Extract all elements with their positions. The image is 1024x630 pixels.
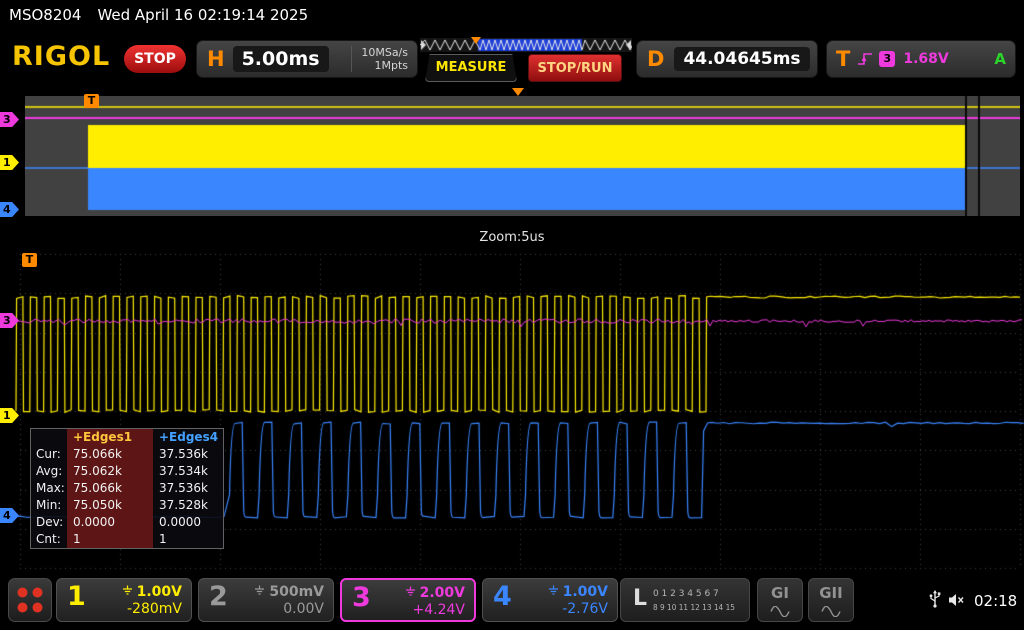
- trigger-label: T: [836, 47, 850, 71]
- date-time: Wed April 16 02:19:14 2025: [97, 6, 308, 24]
- channel-2-offset: 0.00V: [254, 601, 324, 618]
- stat-label: Dev:: [31, 514, 67, 531]
- overview-waveform-canvas[interactable]: [25, 96, 1020, 216]
- zoom-waveform-area: T 3 1 4 +Edges1 +Edges4 Cur: 75.066k 37.…: [0, 250, 1024, 572]
- ground-coupling-icon: [122, 583, 133, 601]
- stats-row-avg: Avg: 75.062k 37.534k: [31, 463, 223, 480]
- logic-analyzer-box[interactable]: L 0 1 2 3 4 5 6 7 8 9 10 11 12 13 14 15: [620, 578, 750, 622]
- generator-2-button[interactable]: GII: [808, 578, 854, 622]
- speaker-muted-icon: [948, 592, 965, 611]
- channel-4-offset: -2.76V: [548, 601, 608, 618]
- channel-1-box[interactable]: 1 1.00V -280mV: [56, 578, 192, 622]
- logic-label: L: [633, 586, 647, 611]
- channel-3-box[interactable]: 3 2.00V +4.24V: [340, 578, 476, 622]
- trigger-menu-button[interactable]: T 3 1.68V A: [826, 40, 1016, 78]
- stats-row-dev: Dev: 0.0000 0.0000: [31, 514, 223, 531]
- model-name: MSO8204: [9, 6, 81, 24]
- channel-4-scale: 1.00V: [563, 583, 608, 601]
- trigger-marker-tab-overview[interactable]: T: [84, 94, 99, 108]
- zoom-window-label: Zoom:5us: [0, 230, 1024, 250]
- sample-rate: 10MSa/s: [361, 46, 408, 59]
- channel-3-number: 3: [352, 582, 371, 613]
- delay-label: D: [647, 47, 664, 71]
- generator-1-button[interactable]: GI: [757, 578, 803, 622]
- system-clock: 02:18: [974, 592, 1017, 610]
- stop-run-button[interactable]: STOP/RUN: [528, 54, 622, 82]
- stat-value: 0.0000: [153, 514, 223, 531]
- channel-3-offset: +4.24V: [405, 602, 465, 619]
- stats-col1-header: +Edges1: [67, 429, 153, 446]
- memory-depth: 1Mpts: [374, 59, 408, 72]
- measurement-stats-panel[interactable]: +Edges1 +Edges4 Cur: 75.066k 37.536k Avg…: [30, 428, 224, 549]
- stat-value: 37.528k: [153, 497, 223, 514]
- delay-menu-button[interactable]: D 44.04645ms: [636, 40, 818, 78]
- channel-1-position-tab-overview[interactable]: 1: [0, 155, 19, 170]
- trigger-marker-tab-zoom[interactable]: T: [22, 253, 37, 267]
- channel-4-position-tab-overview[interactable]: 4: [0, 202, 19, 217]
- sine-wave-icon: [770, 602, 790, 621]
- stat-value: 1: [153, 531, 223, 548]
- channel-1-number: 1: [67, 581, 86, 612]
- trigger-position-marker-overview: [512, 88, 524, 96]
- stats-row-cnt: Cnt: 1 1: [31, 531, 223, 548]
- stat-label: Min:: [31, 497, 67, 514]
- measure-button[interactable]: MEASURE: [425, 54, 517, 82]
- bottom-status-bar: 1 1.00V -280mV 2 500mV 0.00V 3: [0, 572, 1024, 630]
- channel-4-box[interactable]: 4 1.00V -2.76V: [482, 578, 618, 622]
- channel-2-box[interactable]: 2 500mV 0.00V: [198, 578, 334, 622]
- trigger-level-value: 1.68V: [903, 51, 948, 67]
- stats-row-max: Max: 75.066k 37.536k: [31, 480, 223, 497]
- channel-3-position-tab-overview[interactable]: 3: [0, 112, 19, 127]
- stat-label: Avg:: [31, 463, 67, 480]
- trigger-source-badge: 3: [879, 51, 895, 67]
- stat-value: 37.534k: [153, 463, 223, 480]
- trigger-sweep-mode: A: [994, 50, 1006, 68]
- stats-col2-header: +Edges4: [153, 429, 223, 446]
- stat-value: 75.066k: [67, 480, 153, 497]
- stat-value: 75.050k: [67, 497, 153, 514]
- stat-label: Cnt:: [31, 531, 67, 548]
- stats-row-min: Min: 75.050k 37.528k: [31, 497, 223, 514]
- timebase-value: 5.00ms: [233, 46, 329, 72]
- rigol-logo: RIGOL: [12, 41, 110, 72]
- delay-value: 44.04645ms: [674, 47, 809, 71]
- horizontal-label: H: [207, 47, 225, 71]
- stat-value: 0.0000: [67, 514, 153, 531]
- sine-wave-icon: [821, 602, 841, 621]
- stat-value: 75.062k: [67, 463, 153, 480]
- usb-icon: [928, 589, 942, 612]
- channel-3-scale: 2.00V: [420, 584, 465, 602]
- digital-channel-numbers: 0 1 2 3 4 5 6 7 8 9 10 11 12 13 14 15: [653, 588, 742, 614]
- oscilloscope-screen: MSO8204 Wed April 16 02:19:14 2025 RIGOL …: [0, 0, 1024, 630]
- memory-position-bar: [420, 38, 632, 52]
- channel-2-number: 2: [209, 581, 228, 612]
- channel-1-scale: 1.00V: [137, 583, 182, 601]
- title-bar: MSO8204 Wed April 16 02:19:14 2025: [0, 0, 1024, 30]
- run-state-badge: STOP: [124, 45, 186, 73]
- trigger-slope-icon: [857, 49, 873, 69]
- channel-1-offset: -280mV: [122, 601, 182, 618]
- header-bar: RIGOL STOP H 5.00ms 10MSa/s 1Mpts MEASUR…: [0, 30, 1024, 88]
- ground-coupling-icon: [254, 583, 265, 601]
- stats-header-row: +Edges1 +Edges4: [31, 429, 223, 446]
- channel-4-number: 4: [493, 581, 512, 612]
- waveform-overview: T 3 1 4: [0, 88, 1024, 232]
- stat-value: 1: [67, 531, 153, 548]
- stats-row-cur: Cur: 75.066k 37.536k: [31, 446, 223, 463]
- stat-value: 37.536k: [153, 446, 223, 463]
- trigger-position-marker-memory: [471, 37, 481, 44]
- acquisition-info: 10MSa/s 1Mpts: [351, 46, 408, 72]
- stat-value: 75.066k: [67, 446, 153, 463]
- horizontal-menu-button[interactable]: H 5.00ms 10MSa/s 1Mpts: [196, 40, 418, 78]
- stat-value: 37.536k: [153, 480, 223, 497]
- ground-coupling-icon: [548, 583, 559, 601]
- channel-2-scale: 500mV: [269, 583, 324, 601]
- ground-coupling-icon: [405, 584, 416, 602]
- rigol-menu-icon: [18, 588, 43, 613]
- stat-label: Max:: [31, 480, 67, 497]
- stat-label: Cur:: [31, 446, 67, 463]
- home-menu-button[interactable]: [8, 578, 52, 622]
